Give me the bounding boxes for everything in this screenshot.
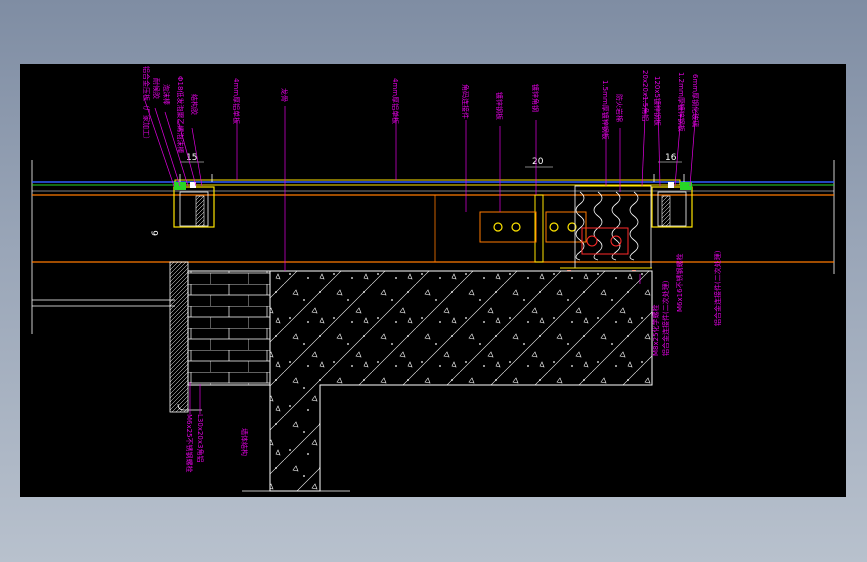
brick-wall	[169, 261, 271, 413]
label-galvanized-plate: 镀锌钢板	[495, 92, 504, 120]
label-fire-rock-wool: 防火岩棉	[615, 94, 624, 122]
label-chem-bolt: M8x25化学螺栓	[651, 304, 660, 356]
cad-viewport[interactable]: 15 20 16 6 铝合金压板（厂家加工） 耐候胶 泡沫棒 Φ18低发泡聚乙烯…	[20, 64, 846, 497]
label-galv-sheet-1-5: 1.5mm厚镀锌钢板	[601, 80, 610, 140]
label-keel: 龙骨	[280, 88, 289, 102]
dim-vertical-text: 6	[151, 230, 161, 236]
label-al-connector-mid: 铝合金连接件(二次处理)	[661, 280, 670, 356]
label-angle-l30x20: L30x20x3角铝	[196, 414, 205, 462]
labels-top: 铝合金压板（厂家加工） 耐候胶 泡沫棒 Φ18低发泡聚乙烯泡沫棒 结构胶 4mm…	[142, 66, 700, 153]
dim-center: 20	[525, 157, 553, 168]
label-wall-structure: 墙体结构	[240, 428, 249, 456]
label-angle-aluminum: 20x20x1.5角铝	[641, 70, 650, 121]
section-drawing: 15 20 16 6 铝合金压板（厂家加工） 耐候胶 泡沫棒 Φ18低发泡聚乙烯…	[31, 66, 835, 492]
dim-left: 15	[180, 153, 204, 163]
label-structural-adhesive: 结构胶	[190, 94, 199, 115]
label-aluminum-sheet-mid: 4mm厚铝单板	[391, 78, 400, 124]
dim-vertical: 6	[151, 230, 161, 236]
label-corner-connector: 角码连接件	[461, 84, 470, 119]
label-aluminum-sheet-left: 4mm厚铝单板	[232, 78, 241, 124]
center-connector	[434, 194, 587, 263]
fire-insulation	[560, 185, 652, 269]
label-tempered-glass: 6mm厚钢化玻璃	[691, 74, 700, 127]
dim-right: 16	[658, 153, 682, 163]
label-galv-plate-120: 120x5镀锌钢板	[653, 76, 662, 126]
label-pe-foam-rod: Φ18低发泡聚乙烯泡沫棒	[176, 76, 185, 153]
left-edge-panel	[31, 160, 175, 334]
dim-center-text: 20	[532, 157, 544, 167]
label-bolt-m6x25: M6x25不锈钢螺栓	[185, 414, 194, 473]
label-weather-sealant: 耐候胶	[152, 78, 161, 99]
label-foam-rod: 泡沫棒	[162, 84, 171, 105]
label-al-connector-right: 铝合金连接件(二次处理)	[713, 250, 722, 326]
label-pressing-plate: 铝合金压板（厂家加工）	[142, 66, 151, 143]
label-galv-sheet-1-2: 1.2mm厚镀锌钢板	[677, 72, 686, 132]
dim-right-text: 16	[665, 153, 677, 163]
label-bolt-m6x16: M6x16不锈钢螺栓	[675, 253, 684, 312]
label-galvanized-angle: 镀锌角钢	[531, 84, 540, 112]
